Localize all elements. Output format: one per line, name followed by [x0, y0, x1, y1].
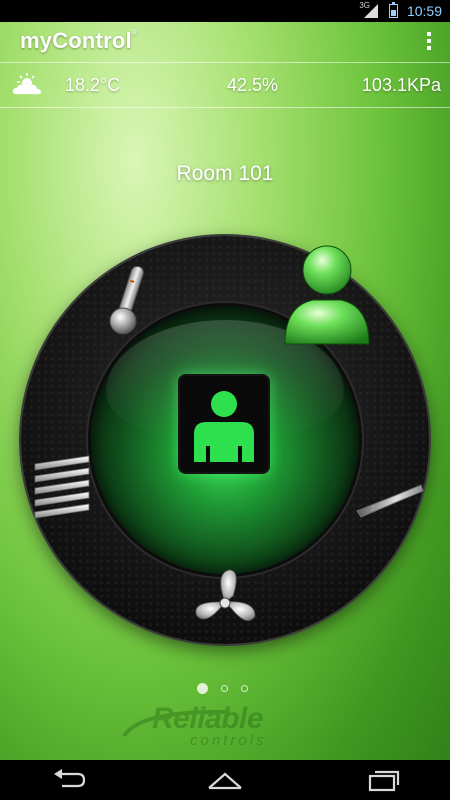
battery-icon	[389, 2, 398, 18]
control-dial	[21, 236, 429, 644]
page-dot-2[interactable]	[221, 685, 228, 693]
app-title-text: myControl	[20, 28, 132, 53]
occupancy-center-button[interactable]	[178, 374, 270, 474]
app-title: myControl®	[20, 28, 138, 54]
pressure-value: 103.1KPa	[361, 75, 441, 95]
partly-cloudy-icon	[12, 73, 42, 95]
home-icon[interactable]	[205, 768, 245, 792]
clock: 10:59	[406, 3, 442, 19]
trademark-symbol: ®	[131, 28, 138, 37]
navigation-bar	[0, 760, 450, 800]
action-bar: myControl®	[0, 22, 450, 62]
person-icon[interactable]	[279, 242, 375, 350]
recent-apps-icon[interactable]	[364, 768, 404, 792]
blinds-icon[interactable]	[27, 450, 95, 530]
room-title: Room 101	[176, 162, 274, 185]
weather-bar: 18.2°C 42.5% 103.1KPa	[0, 62, 450, 108]
logo-tagline: controls	[190, 732, 267, 749]
page-indicator	[197, 680, 261, 695]
thermometer-icon[interactable]	[105, 261, 151, 337]
reliable-controls-logo: Reliable controls	[120, 700, 340, 750]
temperature-value: 18.2°C	[65, 75, 121, 95]
back-icon[interactable]	[50, 768, 90, 792]
signal-icon	[364, 4, 378, 18]
page-dot-3[interactable]	[241, 685, 248, 693]
vent-damper-icon[interactable]	[351, 477, 427, 527]
status-bar: 3G 10:59	[0, 0, 450, 22]
fan-icon[interactable]	[185, 566, 265, 638]
logo-name: Reliable	[152, 702, 264, 735]
page-dot-1[interactable]	[197, 683, 208, 695]
humidity-value: 42.5%	[227, 75, 279, 95]
overflow-menu-icon[interactable]	[424, 32, 434, 54]
occupancy-person-icon	[194, 391, 254, 462]
